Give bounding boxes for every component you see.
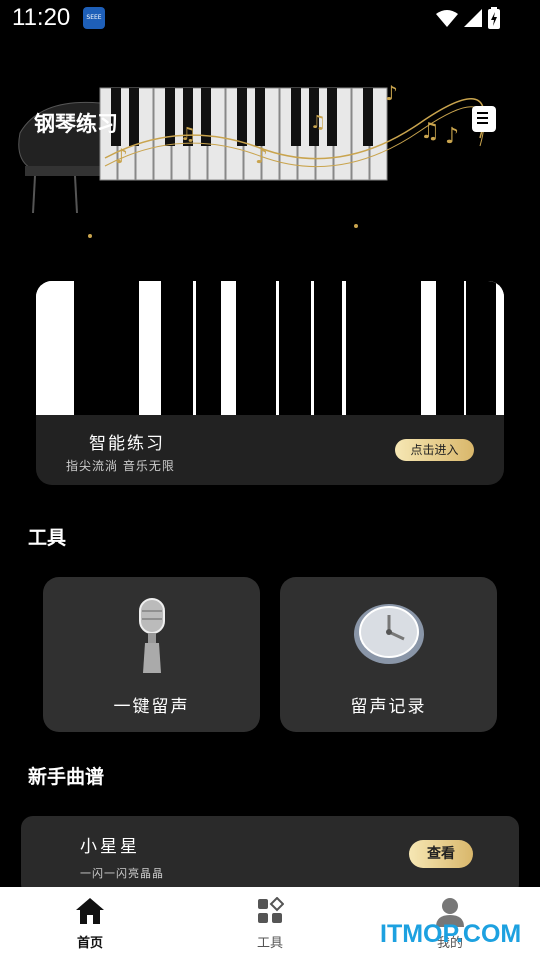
wifi-icon xyxy=(436,10,458,27)
svg-text:♪: ♪ xyxy=(445,124,459,149)
watermark: ITMOP.COM xyxy=(380,920,522,948)
card-black-key xyxy=(314,281,342,415)
record-history-card[interactable]: 留声记录 xyxy=(280,577,497,732)
card-black-key xyxy=(161,281,193,415)
record-tool-card[interactable]: 一键留声 xyxy=(43,577,260,732)
score-list-item[interactable]: 小星星 一闪一闪亮晶晶 查看 xyxy=(21,816,519,896)
microphone-icon xyxy=(138,598,165,673)
nav-item-tools[interactable]: 工具 xyxy=(210,887,330,960)
tools-section-title: 工具 xyxy=(28,527,67,549)
app-notification-icon: SEEE xyxy=(83,7,105,29)
clock-icon xyxy=(353,604,424,664)
svg-text:♫: ♫ xyxy=(310,112,326,133)
smart-practice-card[interactable]: 智能练习 指尖流淌 音乐无限 点击进入 xyxy=(36,281,504,485)
card-black-key xyxy=(381,281,421,415)
status-indicators xyxy=(436,7,500,29)
scores-section-title: 新手曲谱 xyxy=(28,766,105,788)
banner-black-key xyxy=(255,88,265,146)
banner-black-key xyxy=(363,88,373,146)
nav-label-tools: 工具 xyxy=(256,936,283,951)
signal-icon xyxy=(464,9,482,27)
record-tool-label: 一键留声 xyxy=(113,697,190,717)
card-black-key xyxy=(346,281,381,415)
view-score-button[interactable]: 查看 xyxy=(409,840,473,868)
svg-text:♪: ♪ xyxy=(255,144,268,168)
banner-black-key xyxy=(327,88,337,146)
score-title: 小星星 xyxy=(80,837,140,857)
status-time: 11:20 xyxy=(12,4,71,31)
banner-black-key xyxy=(129,88,139,146)
card-black-key xyxy=(279,281,311,415)
card-black-key xyxy=(466,281,496,415)
card-black-key xyxy=(436,281,464,415)
practice-title: 智能练习 xyxy=(89,434,165,454)
banner-black-key xyxy=(291,88,301,146)
piano-illustration: ♪ ♫ ♪ ♫ ♪ ♫ ♪ xyxy=(18,81,485,238)
nav-item-home[interactable]: 首页 xyxy=(30,887,150,960)
header-banner: ♪ ♫ ♪ ♫ ♪ ♫ ♪ 钢琴练习 xyxy=(0,38,540,258)
score-subtitle: 一闪一闪亮晶晶 xyxy=(80,867,164,880)
battery-icon xyxy=(488,7,500,29)
banner-black-key xyxy=(201,88,211,146)
card-black-key xyxy=(74,281,112,415)
card-black-key xyxy=(111,281,139,415)
banner-black-key xyxy=(237,88,247,146)
svg-text:♪: ♪ xyxy=(385,81,398,105)
svg-text:♫: ♫ xyxy=(420,119,440,144)
status-bar: 11:20 SEEE xyxy=(0,0,540,38)
page-title: 钢琴练习 xyxy=(34,112,118,136)
nav-label-home: 首页 xyxy=(76,936,103,951)
card-black-key xyxy=(196,281,221,415)
home-icon xyxy=(76,898,104,924)
svg-text:♫: ♫ xyxy=(180,124,196,145)
card-black-key xyxy=(236,281,276,415)
piano-keys-image xyxy=(36,281,504,415)
svg-text:♪: ♪ xyxy=(115,144,128,168)
menu-icon[interactable] xyxy=(472,106,496,132)
practice-subtitle: 指尖流淌 音乐无限 xyxy=(66,459,175,473)
record-history-label: 留声记录 xyxy=(350,697,427,717)
grid-icon xyxy=(258,897,284,923)
enter-button[interactable]: 点击进入 xyxy=(395,439,474,461)
